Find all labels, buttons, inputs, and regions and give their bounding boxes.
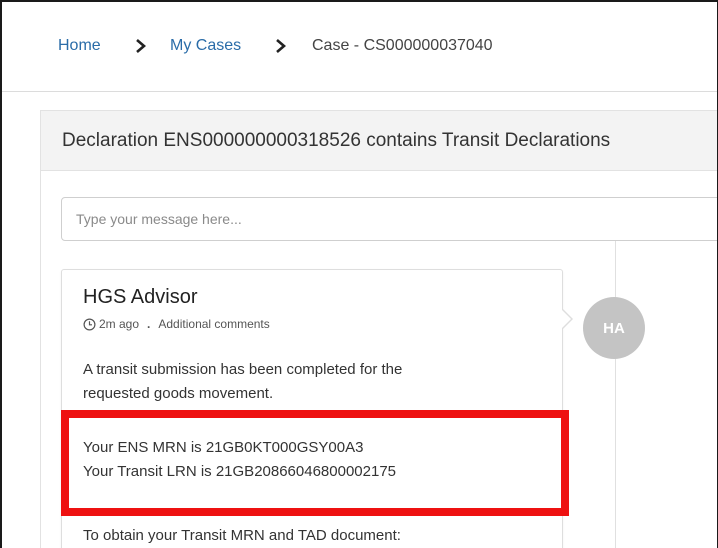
avatar: HA	[583, 297, 645, 359]
message-input[interactable]	[61, 197, 717, 241]
breadcrumb-current-case: Case - CS000000037040	[312, 37, 493, 54]
breadcrumb-my-cases-link[interactable]: My Cases	[170, 36, 241, 56]
chevron-right-icon	[274, 36, 288, 56]
red-highlight-box	[61, 410, 569, 516]
timeline-line	[615, 241, 616, 548]
comment-type: Additional comments	[158, 317, 270, 331]
breadcrumb-home-link[interactable]: Home	[58, 36, 101, 56]
comment-line: A transit submission has been completed …	[83, 361, 403, 378]
panel-title: Declaration ENS000000000318526 contains …	[62, 130, 611, 151]
comment-meta: 2m ago . Additional comments	[83, 317, 270, 331]
comment-author: HGS Advisor	[83, 286, 198, 308]
breadcrumb: Home My Cases Case - CS000000037040	[2, 2, 717, 92]
comment-time: 2m ago	[99, 317, 140, 331]
chevron-right-icon	[134, 36, 148, 56]
comment-line: requested goods movement.	[83, 385, 274, 402]
comment-paragraph-3: To obtain your Transit MRN and TAD docum…	[83, 527, 401, 544]
panel-header: Declaration ENS000000000318526 contains …	[41, 111, 717, 171]
app-frame: Home My Cases Case - CS000000037040 Decl…	[0, 0, 718, 548]
card-pointer-inner	[562, 310, 571, 328]
meta-separator: .	[147, 317, 151, 331]
clock-icon	[83, 317, 96, 331]
comment-paragraph-1: A transit submission has been completed …	[83, 358, 402, 406]
